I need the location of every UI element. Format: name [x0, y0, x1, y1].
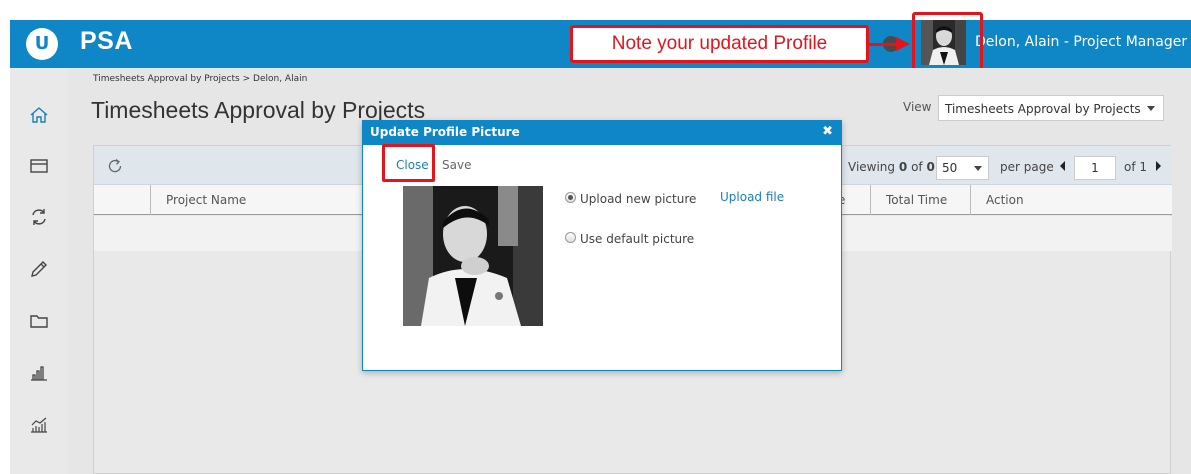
- view-select-value: Timesheets Approval by Projects: [945, 102, 1141, 116]
- viewing-total: 0: [926, 160, 935, 174]
- use-default-label[interactable]: Use default picture: [580, 232, 694, 246]
- per-page-select[interactable]: 50: [936, 156, 989, 180]
- user-name-label[interactable]: Delon, Alain - Project Manager: [975, 34, 1187, 50]
- app-name[interactable]: PSA: [80, 27, 133, 56]
- upload-new-label[interactable]: Upload new picture: [580, 192, 696, 206]
- breadcrumb[interactable]: Timesheets Approval by Projects > Delon,…: [93, 74, 307, 84]
- folder-icon: [30, 315, 48, 328]
- column-action[interactable]: Action: [986, 193, 1024, 207]
- profile-photo: [403, 186, 543, 326]
- view-select[interactable]: Timesheets Approval by Projects: [938, 95, 1164, 121]
- trend-chart-icon: [31, 417, 47, 433]
- bar-chart-icon: [31, 366, 47, 381]
- upload-new-radio[interactable]: [565, 192, 576, 203]
- update-profile-picture-dialog: Update Profile Picture ✖ Close Save Uplo…: [362, 120, 842, 371]
- callout-arrow: [869, 43, 899, 46]
- next-page-icon[interactable]: [1156, 161, 1161, 171]
- callout-note: Note your updated Profile: [570, 25, 869, 63]
- nav-analytics[interactable]: [24, 410, 54, 440]
- column-project-name[interactable]: Project Name: [166, 193, 246, 207]
- timesheet-icon: [30, 159, 48, 173]
- nav-timesheets[interactable]: [24, 151, 54, 181]
- avatar[interactable]: [921, 20, 966, 65]
- pencil-icon: [31, 261, 47, 277]
- logo-icon[interactable]: U: [26, 28, 58, 60]
- nav-edit[interactable]: [24, 254, 54, 284]
- refresh-icon[interactable]: [106, 157, 124, 175]
- viewing-from: 0: [898, 160, 908, 174]
- nav-reports[interactable]: [24, 358, 54, 388]
- viewing-status: Viewing 0 of 0: [848, 160, 935, 174]
- viewing-prefix: Viewing: [848, 160, 896, 174]
- viewing-of: of: [911, 160, 923, 174]
- column-separator: [870, 185, 871, 215]
- upload-file-link[interactable]: Upload file: [720, 190, 784, 204]
- column-total-time[interactable]: Total Time: [886, 193, 947, 207]
- nav-projects[interactable]: [24, 306, 54, 336]
- app-window: U PSA Delon, Alain - Project Manager Not…: [0, 0, 1191, 474]
- page-number-input[interactable]: 1: [1074, 156, 1116, 180]
- refresh-cycle-icon: [32, 209, 46, 225]
- page-count-label: of 1: [1124, 160, 1148, 174]
- column-separator: [150, 185, 151, 215]
- dialog-header: Update Profile Picture ✖: [363, 121, 841, 145]
- per-page-label: per page: [1000, 160, 1054, 174]
- per-page-value: 50: [942, 161, 958, 175]
- close-icon[interactable]: ✖: [822, 124, 833, 139]
- view-label: View: [903, 100, 932, 114]
- nav-home[interactable]: [24, 100, 54, 130]
- column-separator: [970, 185, 971, 215]
- dialog-title: Update Profile Picture: [370, 125, 520, 139]
- avatar-highlight: [912, 12, 983, 75]
- home-icon: [30, 107, 48, 123]
- prev-page-icon[interactable]: [1060, 161, 1065, 171]
- chevron-down-icon: [974, 166, 982, 171]
- close-button[interactable]: Close: [396, 158, 429, 172]
- save-button[interactable]: Save: [442, 158, 471, 172]
- chevron-down-icon: [1147, 106, 1155, 111]
- nav-cycle[interactable]: [24, 202, 54, 232]
- sidebar: [10, 68, 68, 474]
- use-default-radio[interactable]: [565, 232, 576, 243]
- callout-arrow-head: [896, 37, 910, 51]
